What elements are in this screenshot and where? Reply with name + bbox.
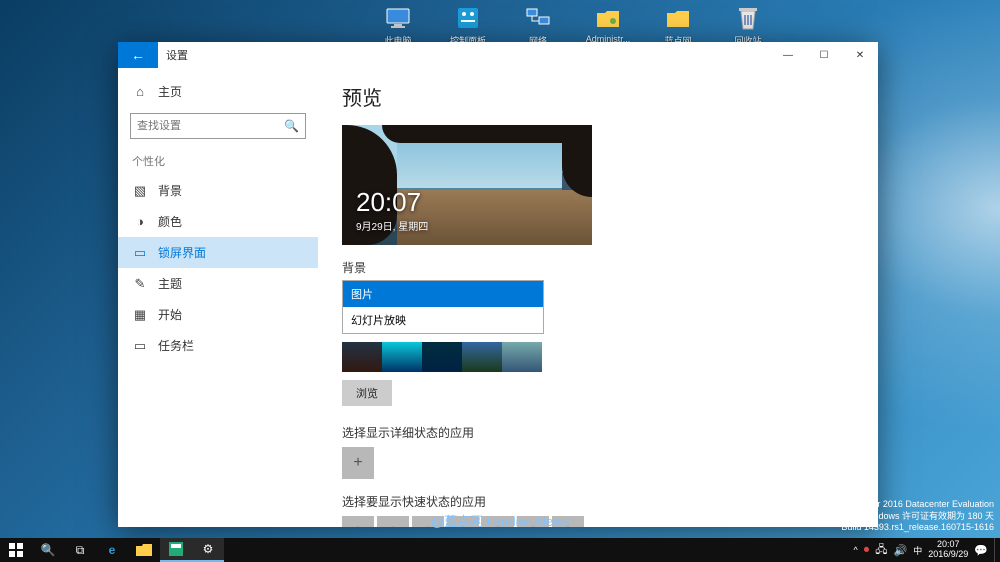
- theme-icon: ✎: [132, 276, 148, 292]
- clock[interactable]: 20:07 2016/9/29: [928, 540, 968, 560]
- sidebar-item-lockscreen[interactable]: ▭锁屏界面: [118, 237, 318, 268]
- folder-admin-icon: [594, 4, 622, 32]
- taskbar: 🔍 ⧉ e ⚙ ^ ⏺ 🖧 🔊 中 20:07 2016/9/29 💬: [0, 538, 1000, 562]
- desktop-icon-pc[interactable]: 此电脑: [370, 4, 426, 47]
- minimize-button[interactable]: —: [770, 42, 806, 68]
- picture-thumbnails: [342, 342, 854, 372]
- quick-app-slots: + + + + + + +: [342, 516, 854, 527]
- watermark-right: Windows Server 2016 Datacenter Evaluatio…: [815, 499, 994, 534]
- sidebar-item-themes[interactable]: ✎主题: [118, 268, 318, 299]
- sidebar-home-label: 主页: [158, 83, 182, 100]
- add-detail-app-button[interactable]: +: [342, 447, 374, 479]
- volume-icon[interactable]: 🔊: [894, 544, 908, 557]
- thumbnail-1[interactable]: [342, 342, 382, 372]
- settings-taskbar-button[interactable]: ⚙: [192, 538, 224, 562]
- explorer-button[interactable]: [128, 538, 160, 562]
- shield-icon[interactable]: ⏺: [864, 544, 870, 557]
- search-box[interactable]: 🔍: [130, 113, 306, 139]
- background-label: 背景: [342, 259, 854, 276]
- network-tray-icon[interactable]: 🖧: [875, 541, 887, 560]
- sidebar-home[interactable]: ⌂ 主页: [118, 76, 318, 107]
- background-dropdown[interactable]: 图片 幻灯片放映: [342, 280, 544, 334]
- start-icon: ▦: [132, 307, 148, 323]
- preview-time: 20:07: [356, 187, 428, 218]
- search-input[interactable]: [137, 120, 284, 132]
- start-button[interactable]: [0, 538, 32, 562]
- desktop-icons: 此电脑 控制面板 网络 Administr... 蓝点网 回收站: [370, 4, 776, 47]
- show-desktop-button[interactable]: [994, 538, 1000, 562]
- maximize-button[interactable]: ☐: [806, 42, 842, 68]
- watermark-center: @蓝点网 Landian.News: [431, 511, 569, 530]
- thumbnail-2[interactable]: [382, 342, 422, 372]
- sidebar-item-background[interactable]: ▧背景: [118, 175, 318, 206]
- content-area: 预览 20:07 9月29日, 星期四 背景 图片 幻灯片放映: [318, 68, 878, 527]
- add-quick-app-button-1[interactable]: +: [342, 516, 374, 527]
- home-icon: ⌂: [132, 84, 148, 99]
- system-tray: ^ ⏺ 🖧 🔊 中 20:07 2016/9/29 💬: [848, 538, 994, 562]
- palette-icon: ◑: [132, 214, 148, 229]
- sidebar: ⌂ 主页 🔍 个性化 ▧背景 ◑颜色 ▭锁屏界面 ✎主题 ▦开始 ▭任务栏: [118, 68, 318, 527]
- detail-apps-label: 选择显示详细状态的应用: [342, 424, 854, 441]
- preview-date: 9月29日, 星期四: [356, 218, 428, 233]
- titlebar[interactable]: ← 设置 — ☐ ✕: [118, 42, 878, 68]
- ime-indicator[interactable]: 中: [913, 544, 922, 557]
- picture-icon: ▧: [132, 183, 148, 199]
- desktop-icon-landian[interactable]: 蓝点网: [650, 4, 706, 47]
- search-icon: 🔍: [284, 119, 299, 133]
- lockscreen-icon: ▭: [132, 245, 148, 261]
- notification-icon[interactable]: 💬: [974, 544, 988, 557]
- dropdown-option-slideshow[interactable]: 幻灯片放映: [343, 307, 543, 333]
- quick-apps-label: 选择要显示快速状态的应用: [342, 493, 854, 510]
- desktop-icon-control-panel[interactable]: 控制面板: [440, 4, 496, 47]
- window-title: 设置: [158, 42, 770, 68]
- dropdown-option-picture[interactable]: 图片: [343, 281, 543, 307]
- desktop-icon-admin[interactable]: Administr...: [580, 4, 636, 47]
- sidebar-item-taskbar[interactable]: ▭任务栏: [118, 330, 318, 361]
- browse-button[interactable]: 浏览: [342, 380, 392, 406]
- ie-button[interactable]: e: [96, 538, 128, 562]
- search-button[interactable]: 🔍: [32, 538, 64, 562]
- settings-window: ← 设置 — ☐ ✕ ⌂ 主页 🔍 个性化 ▧背景 ◑颜色 ▭锁屏界面 ✎主题 …: [118, 42, 878, 527]
- sidebar-item-start[interactable]: ▦开始: [118, 299, 318, 330]
- tray-overflow-button[interactable]: ^: [854, 545, 858, 555]
- desktop-icon-recycle[interactable]: 回收站: [720, 4, 776, 47]
- control-panel-icon: [454, 4, 482, 32]
- page-heading: 预览: [342, 82, 854, 111]
- task-view-button[interactable]: ⧉: [64, 538, 96, 562]
- back-button[interactable]: ←: [118, 42, 158, 68]
- sidebar-section-header: 个性化: [118, 149, 318, 175]
- server-manager-button[interactable]: [160, 538, 192, 562]
- thumbnail-3[interactable]: [422, 342, 462, 372]
- folder-icon: [664, 4, 692, 32]
- sidebar-item-colors[interactable]: ◑颜色: [118, 206, 318, 237]
- desktop-icon-network[interactable]: 网络: [510, 4, 566, 47]
- pc-icon: [384, 4, 412, 32]
- lockscreen-preview: 20:07 9月29日, 星期四: [342, 125, 592, 245]
- taskbar-icon: ▭: [132, 338, 148, 354]
- thumbnail-4[interactable]: [462, 342, 502, 372]
- thumbnail-5[interactable]: [502, 342, 542, 372]
- close-button[interactable]: ✕: [842, 42, 878, 68]
- add-quick-app-button-2[interactable]: +: [377, 516, 409, 527]
- network-icon: [524, 4, 552, 32]
- recycle-bin-icon: [734, 4, 762, 32]
